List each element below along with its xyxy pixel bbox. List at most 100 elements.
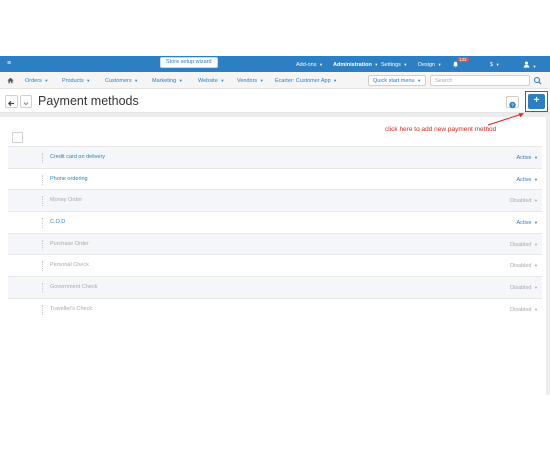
chevron-down-icon: ▼	[220, 78, 225, 83]
user-icon	[523, 61, 530, 68]
status-label: Disabled	[510, 285, 532, 292]
house-shape	[7, 77, 14, 84]
search-icon[interactable]	[532, 75, 544, 86]
status-label: Disabled	[510, 306, 532, 313]
top-admin-bar: ≡ Store setup wizard Add-ons ▼ Administr…	[0, 56, 550, 72]
payment-method-name[interactable]: Traveller's Check	[50, 306, 92, 313]
payment-methods-list: Credit card on delivery Active ▼ Phone o…	[8, 146, 542, 320]
nav-orders[interactable]: Orders ▼	[25, 77, 48, 85]
status-dropdown[interactable]: Active ▼	[517, 176, 538, 184]
main-navigation: Orders ▼ Products ▼ Customers ▼ Marketin…	[0, 72, 550, 89]
page-menu-dropdown[interactable]	[20, 95, 32, 108]
payment-method-name[interactable]: C.O.D	[50, 219, 65, 226]
chevron-down-icon: ▼	[534, 306, 538, 312]
store-setup-wizard-button[interactable]: Store setup wizard	[160, 57, 218, 68]
chevron-down-icon: ▼	[534, 263, 538, 269]
list-item: Government Check Disabled ▼	[8, 276, 542, 298]
nav-marketing-label: Marketing	[152, 78, 177, 84]
notifications-menu[interactable]	[452, 61, 459, 71]
status-dropdown[interactable]: Disabled ▼	[510, 197, 538, 205]
notifications-badge: 133	[457, 57, 469, 62]
add-payment-method-button[interactable]: +	[528, 94, 545, 109]
payment-method-name[interactable]: Government Check	[50, 284, 97, 291]
help-button[interactable]: ?	[506, 96, 519, 109]
nav-customers[interactable]: Customers ▼	[105, 77, 138, 85]
currency-menu[interactable]: $ ▼	[490, 61, 500, 69]
nav-products-label: Products	[62, 78, 84, 84]
svg-text:?: ?	[511, 103, 514, 108]
drag-handle-icon[interactable]	[42, 239, 44, 250]
hamburger-icon[interactable]: ≡	[7, 60, 11, 67]
list-item: Personal Check Disabled ▼	[8, 254, 542, 276]
design-menu[interactable]: Design ▼	[418, 61, 442, 69]
status-label: Active	[516, 220, 532, 227]
nav-ecarter-label: Ecarter: Customer App	[275, 78, 331, 84]
nav-ecarter-customer-app[interactable]: Ecarter: Customer App ▼	[275, 77, 337, 85]
nav-vendors[interactable]: Vendors ▼	[237, 77, 264, 85]
chevron-down-icon: ▼	[534, 241, 538, 247]
nav-customers-label: Customers	[105, 78, 132, 84]
list-item: C.O.D Active ▼	[8, 211, 542, 233]
payment-method-name[interactable]: Personal Check	[50, 262, 89, 269]
chevron-down-icon: ▼	[44, 78, 49, 83]
drag-handle-icon[interactable]	[42, 218, 44, 229]
drag-handle-icon[interactable]	[42, 304, 44, 315]
chevron-down-icon: ▼	[259, 78, 264, 83]
addons-label: Add-ons	[296, 62, 317, 68]
payment-method-name[interactable]: Money Order	[50, 197, 82, 204]
drag-handle-icon[interactable]	[42, 196, 44, 207]
nav-website[interactable]: Website ▼	[198, 77, 224, 85]
status-label: Disabled	[510, 263, 532, 270]
drag-handle-icon[interactable]	[42, 174, 44, 185]
status-label: Disabled	[510, 241, 532, 248]
administration-menu[interactable]: Administration ▼	[333, 61, 378, 69]
page: ≡ Store setup wizard Add-ons ▼ Administr…	[0, 0, 550, 450]
status-label: Active	[516, 176, 532, 183]
drag-handle-icon[interactable]	[42, 283, 44, 294]
design-label: Design	[418, 62, 436, 68]
status-dropdown[interactable]: Disabled ▼	[510, 306, 538, 314]
currency-label: $	[490, 62, 494, 68]
nav-website-label: Website	[198, 78, 218, 84]
list-item: Phone ordering Active ▼	[8, 167, 542, 190]
header-separator	[0, 113, 550, 117]
status-dropdown[interactable]: Disabled ▼	[510, 284, 538, 292]
drag-handle-icon[interactable]	[42, 153, 44, 163]
vertical-scrollbar[interactable]	[546, 117, 550, 395]
user-menu[interactable]: ▼	[523, 61, 537, 71]
annotation-arrow	[487, 113, 524, 126]
status-dropdown[interactable]: Disabled ▼	[510, 241, 538, 249]
addons-menu[interactable]: Add-ons ▼	[296, 61, 323, 69]
chevron-down-icon: ▼	[534, 220, 538, 226]
quick-start-menu-button[interactable]: Quick start menu ▼	[368, 75, 426, 86]
search-input[interactable]	[430, 75, 530, 86]
settings-label: Settings	[381, 62, 401, 68]
list-item: Money Order Disabled ▼	[8, 189, 542, 212]
annotation-text: click here to add new payment method	[385, 126, 497, 133]
chevron-down-icon: ▼	[534, 176, 538, 182]
settings-menu[interactable]: Settings ▼	[381, 61, 407, 69]
chevron-down-icon: ▼	[534, 285, 538, 291]
nav-products[interactable]: Products ▼	[62, 77, 90, 85]
chevron-down-icon: ▼	[534, 155, 538, 160]
status-dropdown[interactable]: Active ▼	[517, 219, 538, 227]
home-icon[interactable]	[7, 77, 14, 86]
arrow-left-icon	[7, 100, 14, 107]
payment-method-name[interactable]: Phone ordering	[50, 176, 88, 183]
chevron-down-icon: ▼	[86, 78, 91, 83]
administration-label: Administration	[333, 62, 372, 68]
chevron-down-icon: ▼	[532, 64, 537, 69]
chevron-down-icon: ▼	[333, 78, 338, 83]
list-item: Traveller's Check Disabled ▼	[8, 297, 542, 320]
select-all-checkbox[interactable]	[12, 132, 23, 143]
drag-handle-icon[interactable]	[42, 261, 44, 272]
payment-method-name[interactable]: Purchase Order	[50, 241, 89, 248]
page-title: Payment methods	[38, 94, 139, 108]
payment-method-name[interactable]: Credit card on delivery	[50, 154, 105, 161]
back-button[interactable]	[5, 95, 18, 108]
status-dropdown[interactable]: Active ▼	[517, 154, 538, 162]
status-dropdown[interactable]: Disabled ▼	[510, 262, 538, 270]
nav-marketing[interactable]: Marketing ▼	[152, 77, 183, 85]
chevron-down-icon: ▼	[374, 62, 379, 67]
nav-orders-label: Orders	[25, 78, 42, 84]
